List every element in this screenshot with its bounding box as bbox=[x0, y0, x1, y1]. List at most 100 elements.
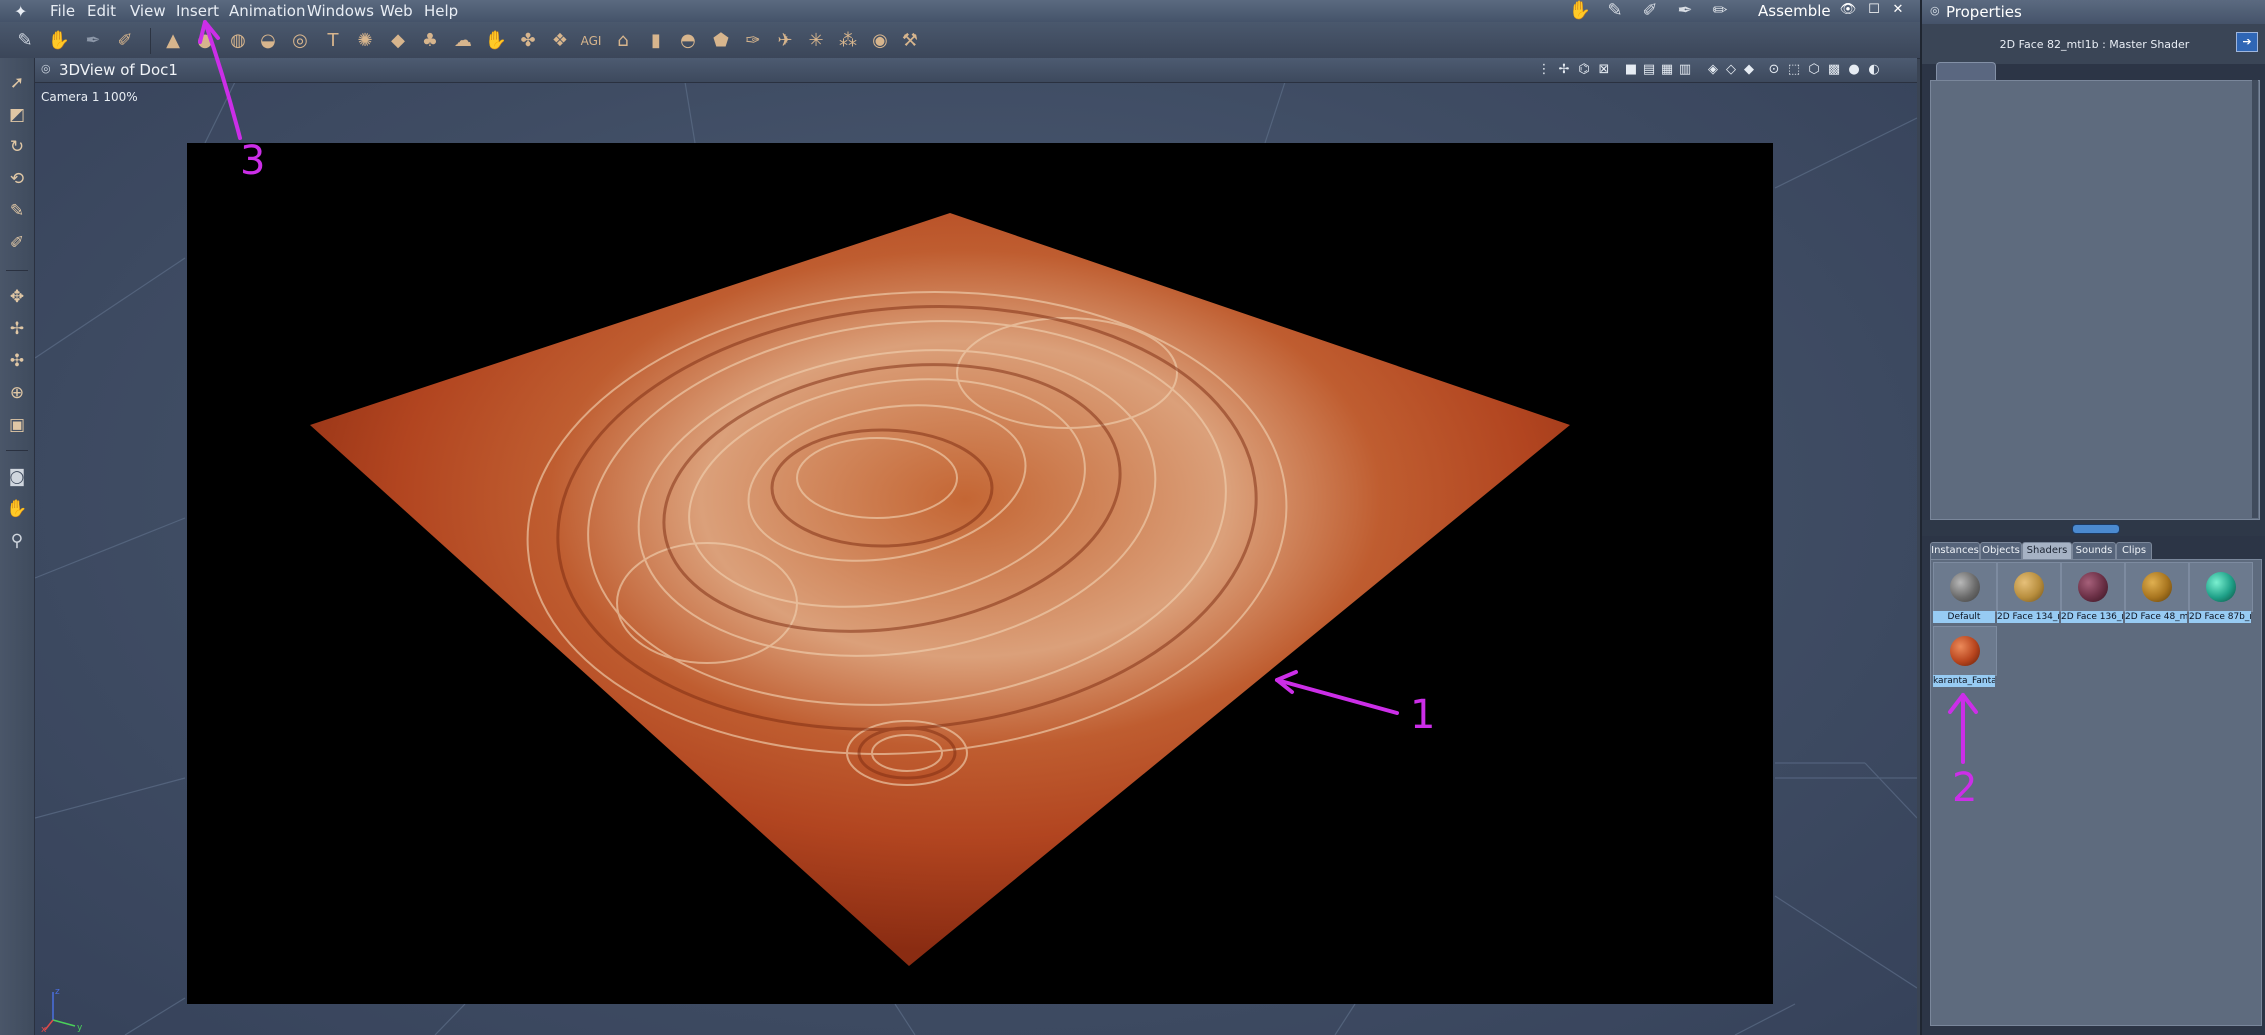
wand-icon[interactable]: ✑ bbox=[740, 28, 766, 54]
move-xz-icon[interactable]: ✢ bbox=[4, 316, 30, 342]
shader-tile[interactable]: karanta_Fanta bbox=[1933, 626, 1997, 688]
cloud-icon[interactable]: ☁ bbox=[450, 28, 476, 54]
scale-icon[interactable]: ✣ bbox=[4, 348, 30, 374]
terrain-object[interactable] bbox=[187, 143, 1773, 1004]
menu-file[interactable]: File bbox=[50, 2, 75, 20]
close-button[interactable]: ✕ bbox=[1888, 2, 1908, 20]
shader-tile[interactable]: 2D Face 48_m bbox=[2125, 562, 2189, 624]
sync-icon[interactable]: ⌬ bbox=[1575, 61, 1593, 79]
shader-thumbnail bbox=[1997, 562, 2061, 612]
room-hair-icon[interactable]: ✐ bbox=[1637, 0, 1663, 22]
menu-windows[interactable]: Windows bbox=[307, 2, 374, 20]
maximize-button[interactable]: ☐ bbox=[1864, 2, 1884, 20]
room-assemble[interactable]: Assemble bbox=[1758, 2, 1831, 20]
seagull-icon[interactable]: ✈ bbox=[772, 28, 798, 54]
cylinder-icon[interactable]: ▮ bbox=[643, 28, 669, 54]
hand-icon[interactable]: ✋ bbox=[46, 28, 72, 54]
panel-splitter[interactable] bbox=[1922, 520, 2265, 536]
properties-scrollbar[interactable] bbox=[2252, 80, 2258, 518]
view-front-icon[interactable]: ◈ bbox=[1704, 61, 1722, 79]
room-cloth-icon[interactable]: ✋ bbox=[1567, 0, 1593, 22]
terrain-icon[interactable]: ▲ bbox=[160, 28, 186, 54]
tab-instances[interactable]: Instances bbox=[1930, 542, 1980, 560]
text-icon[interactable]: T bbox=[320, 28, 346, 54]
view-side-icon[interactable]: ◇ bbox=[1722, 61, 1740, 79]
viewport-close-icon[interactable]: ◎ bbox=[41, 62, 51, 75]
camera-icon[interactable]: ◙ bbox=[4, 464, 30, 490]
wireframe-box-icon[interactable]: ⬚ bbox=[1785, 61, 1803, 79]
gear-icon[interactable]: ✺ bbox=[352, 28, 378, 54]
light-icon[interactable]: ✋ bbox=[483, 28, 509, 54]
house-icon[interactable]: ⌂ bbox=[610, 28, 636, 54]
tab-clips[interactable]: Clips bbox=[2116, 542, 2152, 560]
layout-split-icon[interactable]: ▤ bbox=[1640, 61, 1658, 79]
shaded-sphere-icon[interactable]: ● bbox=[1845, 61, 1863, 79]
view-top-icon[interactable]: ◆ bbox=[1740, 61, 1758, 79]
properties-close-icon[interactable]: ◎ bbox=[1930, 4, 1940, 17]
menu-insert[interactable]: Insert bbox=[176, 2, 219, 20]
duck-icon[interactable]: ◒ bbox=[255, 28, 281, 54]
room-render-icon[interactable]: ✏ bbox=[1707, 0, 1733, 22]
water-icon[interactable]: ◓ bbox=[675, 28, 701, 54]
rotate-all-icon[interactable]: ⊕ bbox=[4, 380, 30, 406]
layout-three-icon[interactable]: ▦ bbox=[1658, 61, 1676, 79]
select-arrow-icon[interactable]: ➚ bbox=[4, 70, 30, 96]
zoom-icon[interactable]: ⚲ bbox=[4, 528, 30, 554]
tab-objects[interactable]: Objects bbox=[1980, 542, 2022, 560]
app-logo-icon[interactable]: ✦ bbox=[14, 2, 36, 21]
properties-tab[interactable] bbox=[1936, 62, 1996, 81]
room-face-icon[interactable]: ✎ bbox=[1602, 0, 1628, 22]
agi-icon[interactable]: AGI bbox=[578, 28, 604, 54]
tab-sounds[interactable]: Sounds bbox=[2072, 542, 2116, 560]
bush-icon[interactable]: ❖ bbox=[547, 28, 573, 54]
camera-view-icon[interactable]: ⊙ bbox=[1765, 61, 1783, 79]
shader-tile[interactable]: Default bbox=[1933, 562, 1997, 624]
bounding-box-icon[interactable]: ⬡ bbox=[1805, 61, 1823, 79]
sparkle-icon[interactable]: ✳ bbox=[803, 28, 829, 54]
paint-tool-icon[interactable]: ✐ bbox=[112, 28, 138, 54]
pencil-icon[interactable]: ✎ bbox=[4, 198, 30, 224]
shader-tile[interactable]: 2D Face 87b_r bbox=[2189, 562, 2253, 624]
menu-animation[interactable]: Animation bbox=[229, 2, 305, 20]
move-xyz-icon[interactable]: ✥ bbox=[4, 284, 30, 310]
textured-sphere-icon[interactable]: ◐ bbox=[1865, 61, 1883, 79]
globe-icon[interactable]: ◍ bbox=[225, 28, 251, 54]
shader-tile[interactable]: 2D Face 136_r bbox=[2061, 562, 2125, 624]
twist-icon[interactable]: ⟲ bbox=[4, 166, 30, 192]
pen-icon[interactable]: ✒ bbox=[80, 28, 106, 54]
layout-single-icon[interactable]: ■ bbox=[1622, 61, 1640, 79]
3d-viewport[interactable]: ◎ 3DView of Doc1 ⋮ ✢ ⌬ ⊠ ■ ▤ ▦ ▥ ◈ ◇ ◆ ⊙… bbox=[35, 58, 1917, 1035]
grid-toggle-icon[interactable]: ⋮ bbox=[1535, 61, 1553, 79]
room-pose-icon[interactable]: ✒ bbox=[1672, 0, 1698, 22]
tab-shaders[interactable]: Shaders bbox=[2022, 542, 2072, 560]
torus-icon[interactable]: ◎ bbox=[287, 28, 313, 54]
network-icon[interactable]: ⁂ bbox=[835, 28, 861, 54]
plane-icon[interactable]: ◆ bbox=[385, 28, 411, 54]
tree-icon[interactable]: ♣ bbox=[417, 28, 443, 54]
paint-icon[interactable]: ✐ bbox=[4, 230, 30, 256]
splitter-handle[interactable] bbox=[2072, 524, 2120, 534]
drop-icon[interactable]: ▣ bbox=[4, 412, 30, 438]
brush-icon[interactable]: ✎ bbox=[12, 28, 38, 54]
move-icon[interactable]: ◩ bbox=[4, 102, 30, 128]
pin-icon[interactable]: ✢ bbox=[1555, 61, 1573, 79]
hand-pan-icon[interactable]: ✋ bbox=[4, 496, 30, 522]
visibility-button[interactable]: 👁 bbox=[1838, 2, 1858, 20]
shader-tile[interactable]: 2D Face 134_r bbox=[1997, 562, 2061, 624]
menu-view[interactable]: View bbox=[130, 2, 166, 20]
menu-web[interactable]: Web bbox=[380, 2, 413, 20]
shaded-box-icon[interactable]: ▩ bbox=[1825, 61, 1843, 79]
rotate-icon[interactable]: ↻ bbox=[4, 134, 30, 160]
render-canvas[interactable] bbox=[187, 143, 1773, 1004]
export-arrow-icon[interactable]: ➔ bbox=[2236, 32, 2258, 52]
rock-icon[interactable]: ✤ bbox=[515, 28, 541, 54]
target-icon[interactable]: ◉ bbox=[867, 28, 893, 54]
menu-help[interactable]: Help bbox=[424, 2, 458, 20]
layout-quad-icon[interactable]: ▥ bbox=[1676, 61, 1694, 79]
menu-edit[interactable]: Edit bbox=[87, 2, 116, 20]
sphere-icon[interactable]: ● bbox=[192, 28, 218, 54]
fit-icon[interactable]: ⊠ bbox=[1595, 61, 1613, 79]
wrench-icon[interactable]: ⚒ bbox=[897, 28, 923, 54]
annotation-label-2: 2 bbox=[1952, 765, 1978, 811]
boulder-icon[interactable]: ⬟ bbox=[708, 28, 734, 54]
